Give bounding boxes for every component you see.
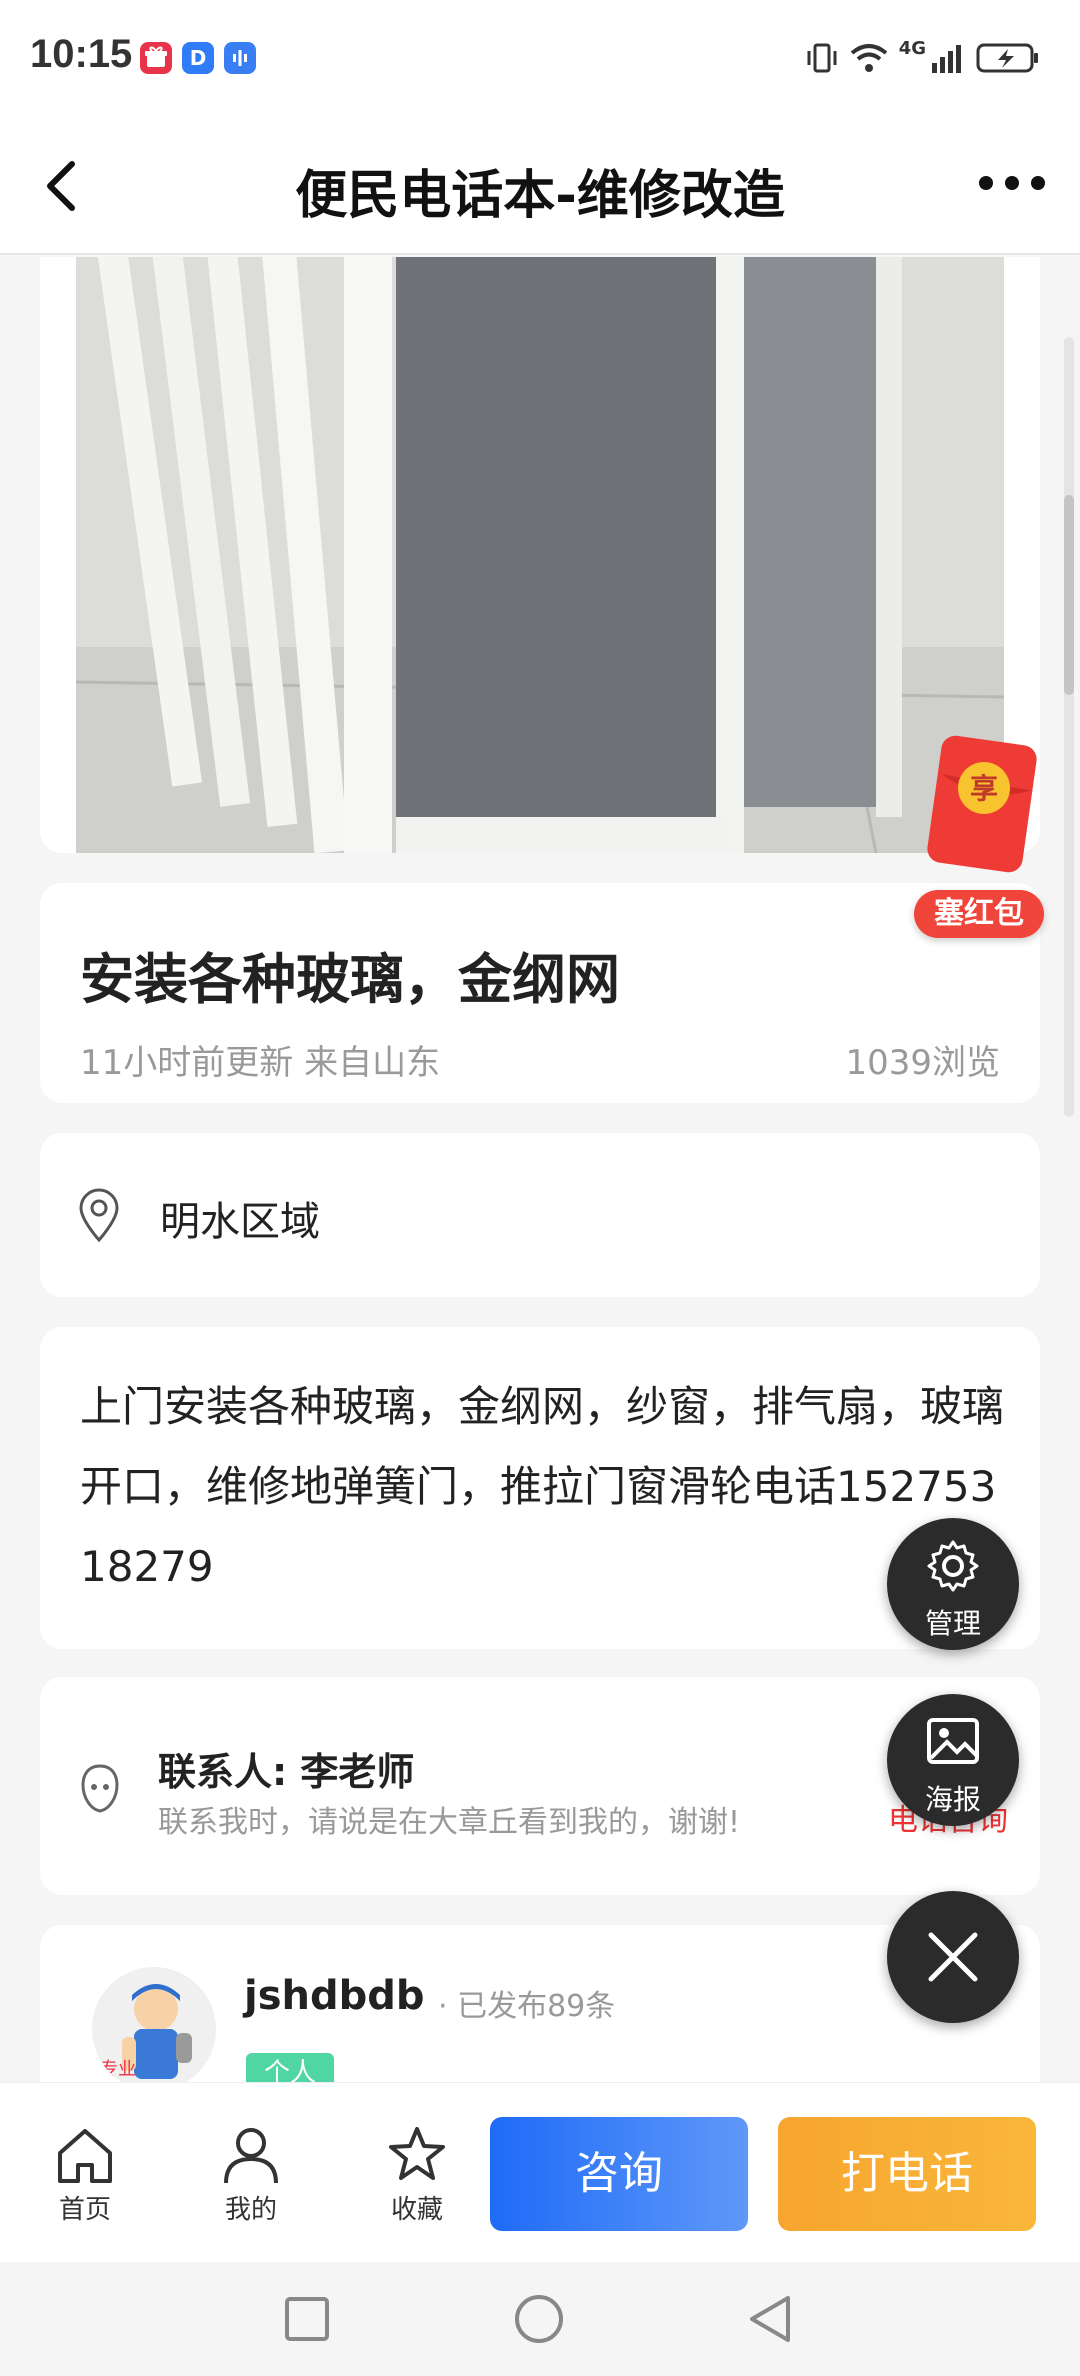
back-triangle-icon[interactable]: [746, 2294, 792, 2344]
voice-app-icon: [224, 42, 256, 74]
red-packet-button[interactable]: 塞红包: [914, 890, 1044, 938]
post-description: 上门安装各种玻璃，金纲网，纱窗，排气扇，玻璃开口，维修地弹簧门，推拉门窗滑轮电话…: [80, 1382, 1005, 1591]
call-button[interactable]: 打电话: [778, 2117, 1036, 2231]
photo-card: [40, 257, 1040, 853]
post-meta: 11小时前更新 来自山东: [80, 1043, 441, 1083]
manage-button[interactable]: 管理: [887, 1518, 1019, 1650]
star-icon: [389, 2127, 445, 2180]
poster-label: 海报: [924, 1783, 981, 1816]
contact-tip: 联系我时，请说是在大章丘看到我的，谢谢!: [158, 1805, 741, 1840]
status-bar: 10:15 D 4G: [0, 0, 1080, 115]
view-count: 1039浏览: [845, 1043, 1000, 1083]
tab-favorite-label: 收藏: [390, 2195, 443, 2225]
location-text: 明水区域: [160, 1199, 320, 1245]
title-card: 安装各种玻璃，金纲网 11小时前更新 来自山东 1039浏览: [40, 883, 1040, 1103]
tab-home-label: 首页: [58, 2195, 111, 2225]
close-icon: [928, 1932, 978, 1982]
network-type: 4G: [898, 38, 926, 59]
poster-button[interactable]: 海报: [887, 1694, 1019, 1826]
wifi-icon: [850, 44, 887, 72]
battery-icon: [976, 43, 1038, 73]
publisher-type-badge: 个人: [246, 2053, 335, 2082]
red-packet-icon[interactable]: 享: [926, 734, 1038, 876]
navbar: 便民电话本-维修改造: [0, 115, 1080, 255]
post-photo[interactable]: [76, 257, 1004, 853]
tab-favorite[interactable]: 收藏: [362, 2125, 472, 2226]
tab-home[interactable]: 首页: [30, 2125, 140, 2226]
publisher-avatar[interactable]: 专业: [92, 1967, 216, 2082]
vibrate-icon: [807, 43, 837, 73]
user-icon: [224, 2128, 278, 2184]
publisher-name[interactable]: jshdbdb: [244, 1973, 425, 2019]
tab-mine-label: 我的: [224, 2195, 277, 2225]
status-indicators: 4G: [805, 38, 1040, 78]
gear-icon: [927, 1540, 979, 1592]
scrollbar-thumb[interactable]: [1064, 495, 1074, 695]
recent-apps-icon[interactable]: [284, 2296, 330, 2342]
more-dots-icon[interactable]: [972, 163, 1052, 203]
manage-label: 管理: [924, 1607, 981, 1640]
signal-icon: [932, 45, 961, 73]
contact-name: 联系人: 李老师: [158, 1750, 415, 1794]
tab-mine[interactable]: 我的: [196, 2125, 306, 2226]
contact-person-icon: [78, 1761, 122, 1817]
location-pin-icon: [76, 1187, 122, 1243]
home-icon: [58, 2129, 112, 2183]
avatar-text: 专业: [100, 2059, 136, 2080]
d-app-icon: D: [182, 42, 214, 74]
gift-app-icon: [140, 42, 172, 74]
bottom-action-bar: 首页 我的 收藏 咨询 打电话: [0, 2082, 1080, 2262]
consult-button[interactable]: 咨询: [490, 2117, 748, 2231]
red-packet-char: 享: [970, 772, 998, 805]
close-fab-button[interactable]: [887, 1891, 1019, 2023]
status-time: 10:15: [30, 32, 133, 76]
system-nav-bar: [0, 2262, 1080, 2376]
post-title: 安装各种玻璃，金纲网: [80, 948, 620, 1011]
home-circle-icon[interactable]: [514, 2294, 564, 2344]
location-card[interactable]: 明水区域: [40, 1133, 1040, 1297]
image-icon: [927, 1718, 979, 1764]
page-title: 便民电话本-维修改造: [295, 166, 785, 226]
publish-count: · 已发布89条: [438, 1989, 616, 2024]
scrollbar-track[interactable]: [1064, 337, 1074, 1117]
